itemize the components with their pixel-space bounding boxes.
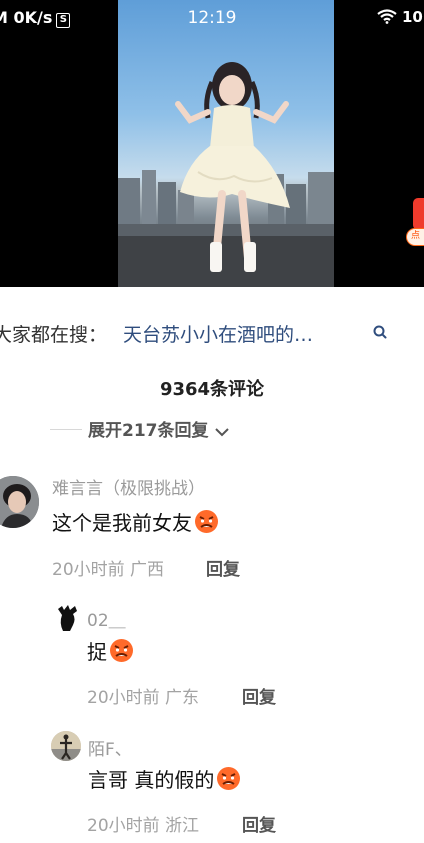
reply-text: 言哥 真的假的 (88, 764, 241, 793)
comment-meta: 20小时前 广西 (52, 555, 164, 580)
reply-meta: 20小时前 浙江 (87, 811, 199, 836)
comment-username[interactable]: 难言言（极限挑战） (52, 474, 205, 499)
expand-divider (50, 429, 82, 430)
comment-time: 20小时前 (52, 560, 125, 580)
avatar[interactable] (56, 605, 79, 631)
promo-pill[interactable]: 点 (406, 228, 424, 246)
promo-red-tab[interactable] (413, 198, 424, 230)
avatar[interactable] (0, 476, 39, 528)
comment-count-title: 9364条评论 (159, 379, 265, 400)
comment-location: 广西 (130, 560, 165, 580)
video-player[interactable] (0, 0, 424, 287)
app-screen: M 0K/sS 12:19 10 点 大家都在搜： 天台苏小小在酒吧的… 936… (0, 0, 424, 843)
reply-username[interactable]: 02＿ (87, 606, 126, 631)
video-frame[interactable] (118, 0, 334, 287)
reply-time: 20小时前 (87, 816, 160, 836)
reply-meta: 20小时前 广东 (87, 683, 199, 708)
trending-search-row[interactable]: 大家都在搜： 天台苏小小在酒吧的… (0, 287, 424, 371)
reply-body: 捉 (87, 640, 107, 664)
status-time: 12:19 (187, 8, 237, 28)
avatar-photo (51, 731, 81, 761)
status-right-cluster: 10 (377, 8, 423, 26)
angry-face-icon (217, 767, 241, 790)
reply-button[interactable]: 回复 (242, 683, 276, 708)
angry-face-icon (110, 639, 133, 662)
avatar-photo (0, 476, 39, 528)
reply-location: 广东 (165, 688, 200, 708)
expand-replies-button[interactable]: 展开217条回复 (50, 416, 229, 442)
comment-text: 这个是我前女友 (52, 507, 219, 536)
side-promo-widget[interactable]: 点 (406, 198, 424, 248)
status-bar: M 0K/sS 12:19 10 (0, 0, 424, 34)
wifi-icon (377, 9, 397, 24)
trending-search-prefix: 大家都在搜： (0, 324, 108, 346)
reply-location: 浙江 (165, 816, 200, 836)
reply-body: 言哥 真的假的 (88, 768, 215, 792)
reply-time: 20小时前 (87, 688, 160, 708)
trending-search-link[interactable]: 天台苏小小在酒吧的… (123, 320, 313, 347)
dancer-figure-image (175, 62, 290, 272)
chevron-down-icon (214, 428, 229, 437)
avatar[interactable] (51, 731, 81, 761)
comment-body: 这个是我前女友 (52, 511, 192, 535)
reply-username[interactable]: 陌F、 (88, 735, 132, 760)
reply-button[interactable]: 回复 (242, 811, 276, 836)
search-icon[interactable] (372, 324, 388, 340)
expand-replies-label[interactable]: 展开217条回复 (88, 421, 209, 441)
avatar-photo (58, 605, 77, 631)
reply-text: 捉 (87, 636, 134, 665)
angry-face-icon (195, 510, 218, 533)
reply-button[interactable]: 回复 (206, 555, 240, 580)
battery-level: 10 (402, 8, 423, 26)
